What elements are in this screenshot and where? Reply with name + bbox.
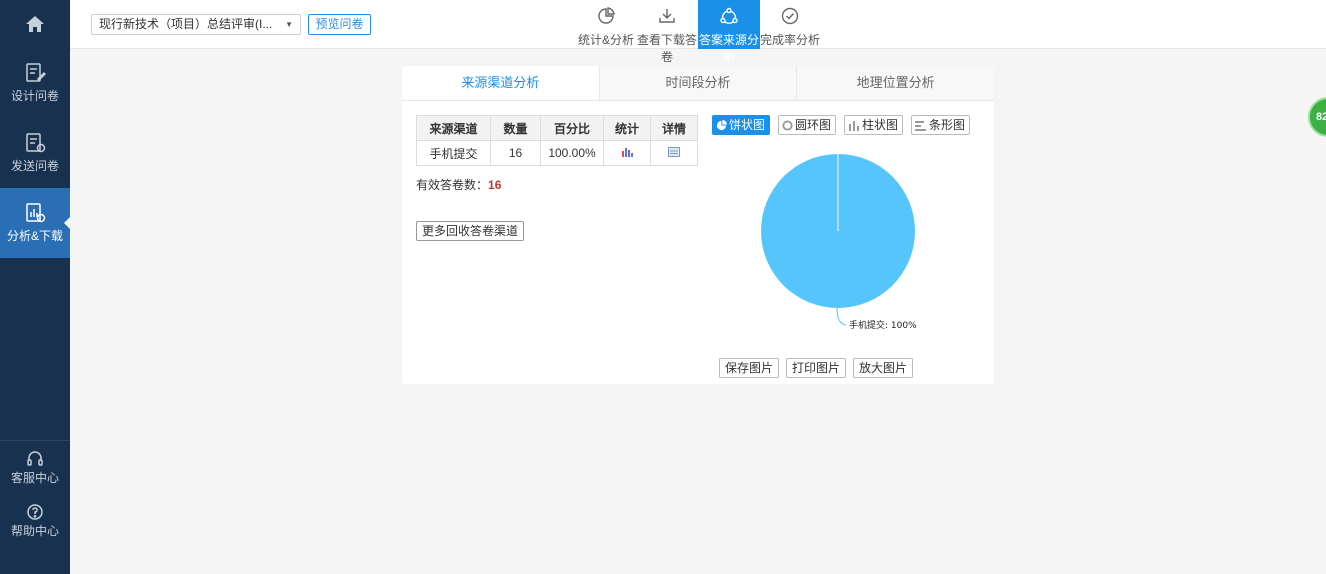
send-doc-icon	[26, 133, 46, 153]
col-header: 来源渠道	[416, 115, 491, 141]
question-icon	[27, 503, 43, 520]
cell-detail	[650, 140, 698, 166]
tab-download[interactable]: 查看下载答卷	[636, 0, 698, 64]
edit-doc-icon	[26, 63, 46, 82]
floating-badge[interactable]: 82	[1308, 97, 1326, 137]
sidebar: 设计问卷 发送问卷 分析&下载 客服中心 帮助中心	[0, 0, 70, 574]
bar-icon	[915, 120, 927, 131]
valid-count-label: 有效答卷数：	[416, 178, 489, 192]
sidebar-item-analysis[interactable]: 分析&下载	[0, 188, 70, 258]
sidebar-item-label: 发送问卷	[10, 159, 59, 173]
download-icon	[659, 9, 675, 23]
sidebar-bottom: 客服中心 帮助中心	[0, 440, 70, 547]
cell-channel: 手机提交	[416, 140, 491, 166]
col-header: 详情	[650, 115, 698, 141]
tab-label: 答案来源分析	[698, 33, 759, 64]
chart-type-bar[interactable]: 条形图	[911, 115, 971, 135]
pie-chart: 手机提交: 100%	[754, 146, 934, 346]
more-channels-button[interactable]: 更多回收答卷渠道	[416, 221, 525, 241]
save-image-button[interactable]: 保存图片	[719, 358, 780, 378]
tab-label: 统计&分析	[577, 33, 634, 47]
column-icon	[849, 120, 860, 131]
pie-leader-line	[836, 307, 847, 326]
table-row: 手机提交 16 100.00%	[416, 140, 698, 166]
pie-icon	[716, 119, 727, 130]
zoom-image-button[interactable]: 放大图片	[853, 358, 914, 378]
chart-type-column[interactable]: 柱状图	[844, 115, 904, 135]
chart-type-label: 条形图	[929, 118, 966, 132]
sidebar-item-label: 客服中心	[10, 470, 59, 485]
cell-count: 16	[490, 140, 541, 166]
sidebar-item-design[interactable]: 设计问卷	[0, 48, 70, 118]
donut-icon	[782, 119, 793, 131]
share-icon	[720, 7, 738, 24]
chart-type-label: 柱状图	[862, 118, 899, 132]
subtabs: 来源渠道分析 时间段分析 地理位置分析	[402, 66, 994, 101]
survey-select-value: 现行新技术（项目）总结评审(I...	[99, 17, 273, 31]
table-header-row: 来源渠道 数量 百分比 统计 详情	[416, 115, 698, 141]
cell-percent: 100.00%	[540, 140, 604, 166]
detail-icon[interactable]	[668, 147, 680, 157]
chart-type-donut[interactable]: 圆环图	[778, 115, 837, 135]
pie-chart-icon	[598, 7, 615, 24]
chart-type-label: 圆环图	[795, 118, 832, 132]
pie-slice-label: 手机提交: 100%	[849, 319, 917, 331]
home-icon	[26, 16, 44, 32]
analysis-panel: 来源渠道分析 时间段分析 地理位置分析 来源渠道 数量 百分比 统计 详情 手机…	[402, 66, 994, 384]
col-header: 统计	[603, 115, 651, 141]
home-button[interactable]	[0, 0, 70, 48]
subtab-geo[interactable]: 地理位置分析	[797, 66, 994, 100]
preview-button[interactable]: 预览问卷	[308, 14, 371, 35]
subtab-channel[interactable]: 来源渠道分析	[402, 66, 600, 100]
subtab-time[interactable]: 时间段分析	[600, 66, 798, 100]
chart-type-pie[interactable]: 饼状图	[712, 115, 771, 135]
valid-count-value: 16	[488, 178, 502, 192]
sidebar-item-label: 帮助中心	[10, 523, 59, 538]
sidebar-item-service[interactable]: 客服中心	[0, 441, 70, 494]
sidebar-item-help[interactable]: 帮助中心	[0, 494, 70, 547]
headset-icon	[27, 450, 43, 466]
col-header: 百分比	[540, 115, 604, 141]
survey-select[interactable]: 现行新技术（项目）总结评审(I... ▼	[91, 14, 301, 35]
check-circle-icon	[781, 7, 799, 25]
sidebar-item-label: 分析&下载	[6, 229, 63, 243]
tab-source[interactable]: 答案来源分析	[698, 0, 760, 64]
sidebar-item-label: 设计问卷	[10, 89, 59, 103]
chart-doc-icon	[26, 203, 46, 223]
print-image-button[interactable]: 打印图片	[786, 358, 847, 378]
tab-label: 查看下载答卷	[636, 33, 697, 64]
sidebar-item-send[interactable]: 发送问卷	[0, 118, 70, 188]
tab-completion[interactable]: 完成率分析	[759, 0, 821, 49]
valid-count: 有效答卷数：16	[416, 176, 501, 193]
tab-stats[interactable]: 统计&分析	[575, 0, 637, 49]
bar-chart-icon[interactable]	[621, 147, 633, 157]
chart-type-label: 饼状图	[729, 118, 766, 132]
pie-chart-svg: 手机提交: 100%	[761, 154, 917, 331]
col-header: 数量	[490, 115, 541, 141]
tab-label: 完成率分析	[759, 33, 820, 47]
chart-actions: 保存图片 打印图片 放大图片	[719, 358, 920, 378]
chart-type-switcher: 饼状图 圆环图 柱状图 条形图	[712, 115, 978, 135]
source-table: 来源渠道 数量 百分比 统计 详情 手机提交 16 100.00%	[416, 115, 698, 166]
chevron-down-icon: ▼	[285, 20, 293, 29]
cell-stats	[603, 140, 651, 166]
topbar: 现行新技术（项目）总结评审(I... ▼ 预览问卷 统计&分析 查看下载答卷 答…	[70, 0, 1326, 64]
